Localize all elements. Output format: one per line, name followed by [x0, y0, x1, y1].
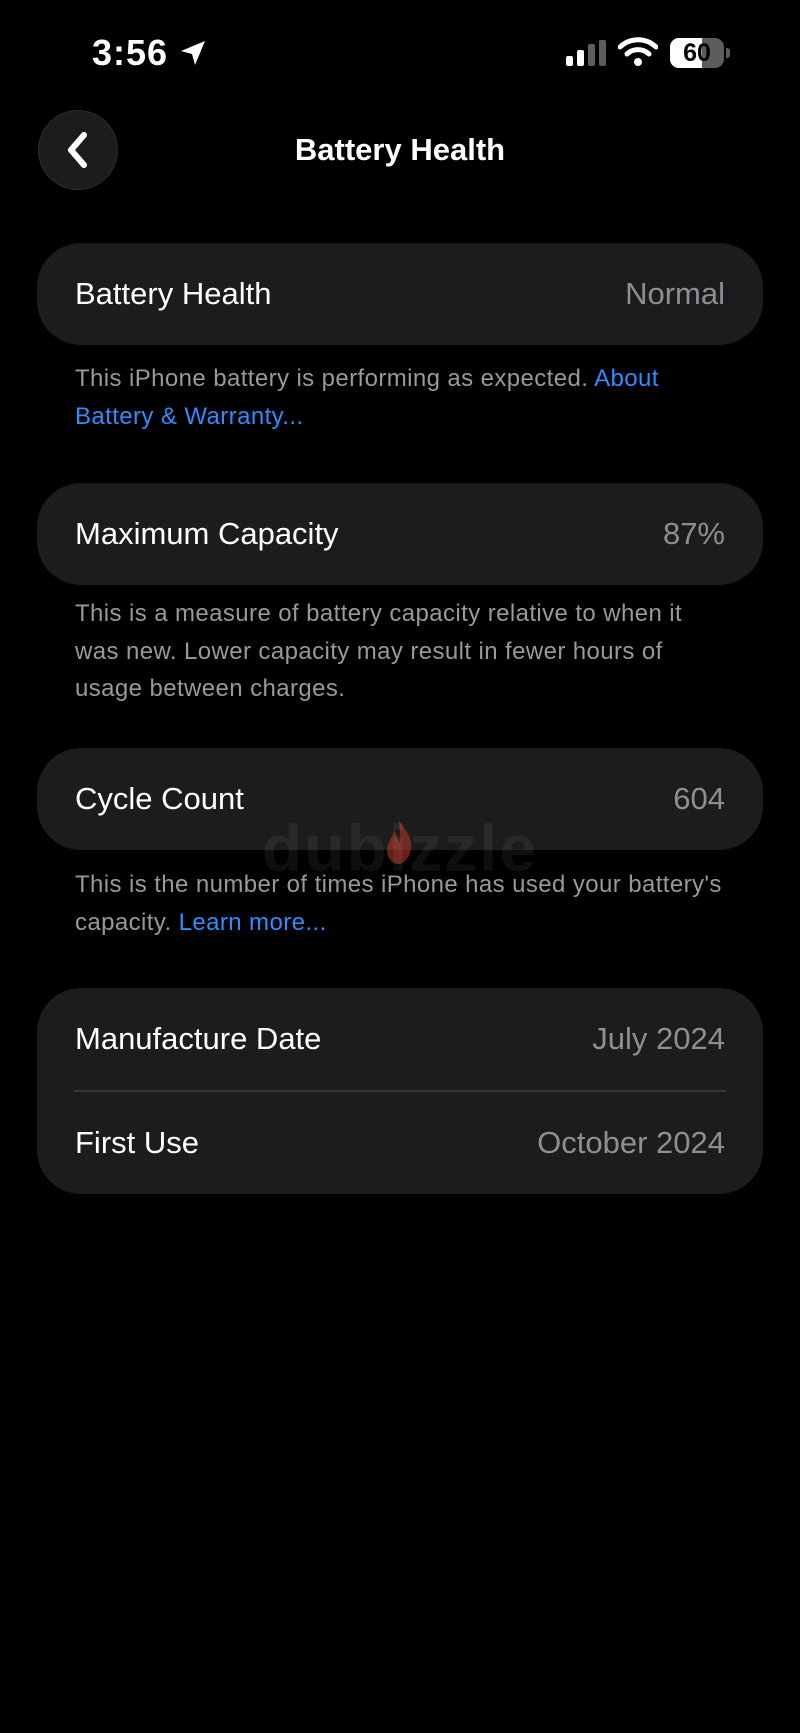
- battery-health-label: Battery Health: [75, 276, 272, 311]
- battery-cap: [726, 48, 730, 58]
- battery-level-text: 60: [683, 39, 711, 67]
- maximum-capacity-note: This is a measure of battery capacity re…: [75, 600, 683, 702]
- status-time: 3:56: [92, 32, 169, 73]
- first-use-value: October 2024: [537, 1125, 725, 1160]
- battery-health-card: Battery Health Normal: [37, 243, 763, 345]
- learn-more-link[interactable]: Learn more...: [179, 909, 327, 936]
- battery-health-note-text: This iPhone battery is performing as exp…: [75, 365, 589, 392]
- dates-card: Manufacture Date July 2024 First Use Oct…: [37, 988, 763, 1194]
- battery-health-value: Normal: [625, 276, 725, 311]
- navigation-bar: Battery Health: [0, 104, 800, 196]
- wifi-icon: [618, 37, 658, 66]
- battery-icon: 60: [670, 38, 730, 68]
- page-title: Battery Health: [294, 132, 506, 167]
- maximum-capacity-row: Maximum Capacity 87%: [37, 483, 763, 585]
- battery-health-row: Battery Health Normal: [37, 243, 763, 345]
- manufacture-date-value: July 2024: [592, 1021, 725, 1056]
- maximum-capacity-value: 87%: [662, 516, 725, 551]
- watermark-logo: dubizzle: [261, 811, 539, 885]
- status-bar: 3:56 60: [0, 0, 800, 110]
- battery-body: 60: [670, 38, 724, 68]
- first-use-label: First Use: [75, 1125, 199, 1160]
- location-arrow-icon: [181, 41, 205, 65]
- manufacture-date-label: Manufacture Date: [75, 1021, 322, 1056]
- cellular-signal-icon: [566, 40, 606, 66]
- maximum-capacity-label: Maximum Capacity: [75, 516, 339, 551]
- manufacture-date-row: Manufacture Date July 2024: [37, 988, 763, 1090]
- battery-health-note: This iPhone battery is performing as exp…: [75, 360, 725, 435]
- first-use-row: First Use October 2024: [37, 1092, 763, 1194]
- maximum-capacity-card: Maximum Capacity 87%: [37, 483, 763, 585]
